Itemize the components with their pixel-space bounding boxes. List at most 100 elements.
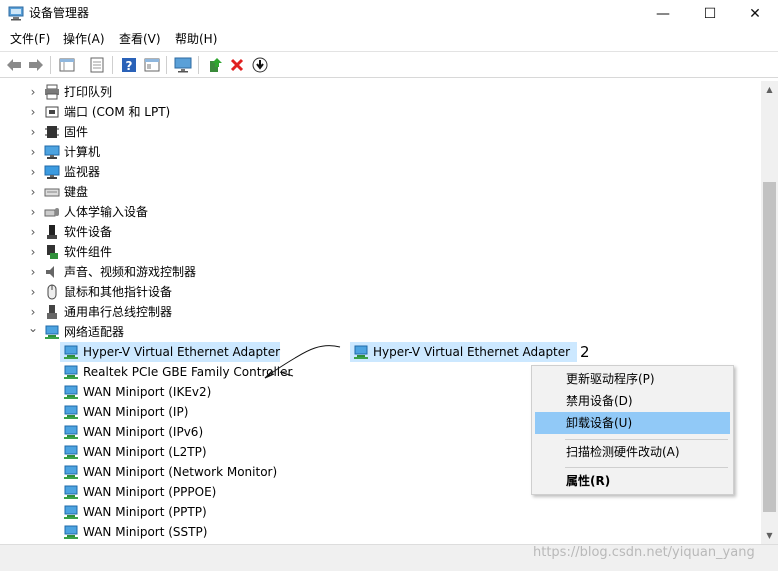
- tree-category-label: 鼠标和其他指针设备: [64, 285, 173, 299]
- scroll-up-icon[interactable]: ▲: [761, 81, 778, 98]
- menu-view[interactable]: 查看(V): [119, 31, 161, 47]
- software-device-icon: [47, 225, 57, 239]
- network-adapter-icon: [64, 485, 78, 499]
- tree-category-label: 计算机: [64, 145, 101, 159]
- ctx-separator: [565, 439, 728, 440]
- chevron-right-icon[interactable]: ›: [26, 244, 40, 260]
- speaker-icon: [46, 266, 54, 278]
- chevron-right-icon[interactable]: ›: [26, 204, 40, 220]
- copied-label-text: Hyper-V Virtual Ethernet Adapter: [373, 345, 571, 359]
- toolbar-separator: [166, 56, 167, 74]
- network-adapter-icon: [64, 385, 78, 399]
- adapter-label: WAN Miniport (SSTP): [83, 525, 208, 539]
- tree-category-label: 软件设备: [64, 225, 113, 239]
- tree-category-row[interactable]: › 打印队列: [0, 82, 761, 102]
- vertical-scrollbar[interactable]: ▲ ▼: [761, 81, 778, 544]
- scroll-thumb[interactable]: [763, 182, 776, 512]
- uninstall-x-icon[interactable]: [228, 56, 246, 74]
- adapter-label: WAN Miniport (Network Monitor): [83, 465, 278, 479]
- adapter-label: WAN Miniport (IPv6): [83, 425, 204, 439]
- maximize-button[interactable]: ☐: [687, 0, 733, 27]
- chevron-right-icon[interactable]: ›: [26, 264, 40, 280]
- network-adapter-icon: [64, 525, 78, 539]
- tree-category-label: 固件: [64, 125, 89, 139]
- close-button[interactable]: ✕: [732, 0, 778, 27]
- tree-category-label: 网络适配器: [64, 325, 125, 339]
- window-title: 设备管理器: [29, 6, 90, 20]
- tree-category-label: 软件组件: [64, 245, 113, 259]
- toolbar-separator: [50, 56, 51, 74]
- toolbar: ?: [0, 51, 778, 78]
- monitor-icon: [44, 165, 60, 179]
- network-adapter-icon: [64, 465, 78, 479]
- tree-category-row[interactable]: › 计算机: [0, 142, 761, 162]
- ctx-uninstall-device[interactable]: 卸载设备(U): [535, 412, 730, 434]
- chevron-right-icon[interactable]: ›: [26, 124, 40, 140]
- chevron-down-icon[interactable]: ⌄: [26, 320, 40, 336]
- menu-action[interactable]: 操作(A): [63, 31, 105, 47]
- network-adapter-icon: [45, 325, 59, 339]
- document-icon[interactable]: [88, 56, 106, 74]
- tree-category-label: 通用串行总线控制器: [64, 305, 173, 319]
- keyboard-icon: [44, 188, 60, 197]
- chevron-right-icon[interactable]: ›: [26, 84, 40, 100]
- tree-category-row[interactable]: › 键盘: [0, 182, 761, 202]
- tree-category-row[interactable]: ⌄ 网络适配器: [0, 320, 761, 342]
- network-adapter-icon: [64, 345, 78, 359]
- adapter-row[interactable]: WAN Miniport (SSTP): [0, 522, 761, 542]
- toolbar-separator: [198, 56, 199, 74]
- back-arrow-icon[interactable]: [5, 56, 23, 74]
- tree-category-row[interactable]: › 监视器: [0, 162, 761, 182]
- tree-category-label: 人体学输入设备: [64, 205, 149, 219]
- monitor-icon[interactable]: [174, 56, 192, 74]
- ctx-update-driver[interactable]: 更新驱动程序(P): [535, 368, 730, 390]
- tree-category-row[interactable]: › 端口 (COM 和 LPT): [0, 102, 761, 122]
- tree-category-row[interactable]: › 固件: [0, 122, 761, 142]
- menu-bar: 文件(F) 操作(A) 查看(V) 帮助(H): [0, 28, 778, 50]
- chevron-right-icon[interactable]: ›: [26, 164, 40, 180]
- menu-file[interactable]: 文件(F): [10, 31, 50, 47]
- tree-category-row[interactable]: › 软件组件: [0, 242, 761, 262]
- context-menu: 更新驱动程序(P) 禁用设备(D) 卸载设备(U) 扫描检测硬件改动(A) 属性…: [531, 365, 734, 495]
- ctx-properties[interactable]: 属性(R): [535, 470, 730, 492]
- download-circle-icon[interactable]: [251, 56, 269, 74]
- adapter-row[interactable]: WAN Miniport (PPTP): [0, 502, 761, 522]
- chevron-right-icon[interactable]: ›: [26, 104, 40, 120]
- ctx-disable-device[interactable]: 禁用设备(D): [535, 390, 730, 412]
- chevron-right-icon[interactable]: ›: [26, 284, 40, 300]
- computer-icon: [44, 145, 60, 159]
- network-adapter-icon: [64, 445, 78, 459]
- network-adapter-icon: [64, 425, 78, 439]
- ctx-scan-hardware[interactable]: 扫描检测硬件改动(A): [535, 441, 730, 463]
- help-icon[interactable]: ?: [120, 56, 138, 74]
- chevron-right-icon[interactable]: ›: [26, 224, 40, 240]
- tree-category-row[interactable]: › 通用串行总线控制器: [0, 302, 761, 322]
- chevron-right-icon[interactable]: ›: [26, 184, 40, 200]
- device-manager-app-icon: [8, 6, 24, 21]
- chevron-right-icon[interactable]: ›: [26, 144, 40, 160]
- scroll-down-icon[interactable]: ▼: [761, 527, 778, 544]
- tree-category-label: 端口 (COM 和 LPT): [64, 105, 171, 119]
- minimize-button[interactable]: —: [640, 0, 686, 27]
- tree-category-row[interactable]: › 软件设备: [0, 222, 761, 242]
- toolbar-separator: [112, 56, 113, 74]
- tree-category-label: 打印队列: [64, 85, 113, 99]
- tree-category-row[interactable]: › 鼠标和其他指针设备: [0, 282, 761, 302]
- software-component-icon: [47, 245, 58, 259]
- properties-grid-icon[interactable]: [58, 56, 76, 74]
- update-driver-icon[interactable]: [206, 56, 224, 74]
- ctx-separator: [565, 467, 728, 468]
- firmware-chip-icon: [45, 126, 59, 138]
- forward-arrow-icon[interactable]: [27, 56, 45, 74]
- svg-text:?: ?: [126, 59, 133, 73]
- view-grid-icon[interactable]: [143, 56, 161, 74]
- device-manager-window: 设备管理器 — ☐ ✕ 文件(F) 操作(A) 查看(V) 帮助(H) ? › …: [0, 0, 778, 571]
- tree-category-row[interactable]: › 人体学输入设备: [0, 202, 761, 222]
- tree-category-row[interactable]: › 声音、视频和游戏控制器: [0, 262, 761, 282]
- annotation-number: 2: [580, 343, 590, 361]
- mouse-icon: [47, 284, 57, 300]
- hid-icon: [44, 208, 59, 217]
- adapter-label: WAN Miniport (PPTP): [83, 505, 207, 519]
- chevron-right-icon[interactable]: ›: [26, 304, 40, 320]
- menu-help[interactable]: 帮助(H): [175, 31, 217, 47]
